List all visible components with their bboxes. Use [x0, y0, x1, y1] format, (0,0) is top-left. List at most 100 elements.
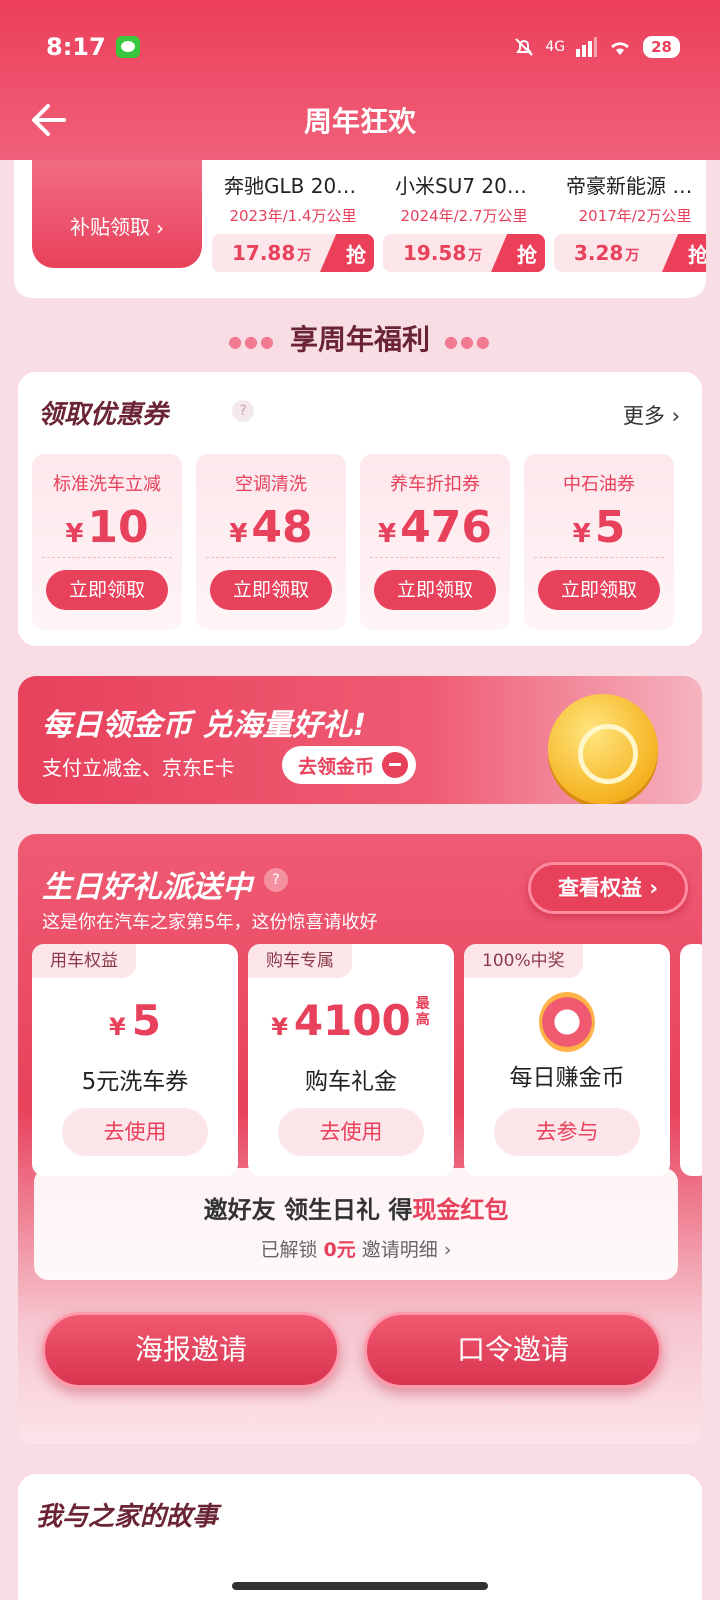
car-item[interactable]: 帝豪新能源 … 2017年/2万公里 3.28 万 抢: [554, 170, 706, 272]
join-button[interactable]: 去参与: [494, 1108, 640, 1156]
invite-detail-label: 邀请明细: [361, 1239, 438, 1261]
coupon-item: 标准洗车立减 ¥10 立即领取: [32, 454, 182, 630]
car-meta: 2023年/1.4万公里: [229, 207, 357, 225]
gold-title: 每日领金币 兑海量好礼!: [42, 708, 367, 743]
grab-button[interactable]: 抢: [491, 234, 545, 272]
coupon-amount: 476: [400, 502, 492, 553]
price-unit: 万: [468, 248, 483, 264]
car-price: 19.58: [403, 241, 467, 265]
car-name: 帝豪新能源 …: [566, 174, 693, 198]
divider: [370, 557, 500, 558]
benefit-name: 5元洗车券: [81, 1069, 189, 1095]
home-indicator[interactable]: [232, 1582, 488, 1590]
coupon-name: 中石油券: [563, 474, 635, 495]
more-label: 更多: [622, 404, 665, 428]
claim-button[interactable]: 立即领取: [538, 570, 660, 610]
unlocked-cash: 0元: [323, 1239, 356, 1261]
chevron-right-icon: ›: [671, 404, 680, 428]
car-item[interactable]: 奔驰GLB 20… 2023年/1.4万公里 17.88 万抢: [212, 170, 374, 272]
story-title: 我与之家的故事: [36, 1496, 267, 1535]
price-unit: 万: [625, 248, 640, 264]
benefit-name: 每日赚金币: [509, 1065, 625, 1091]
invite-detail-link[interactable]: 已解锁 0元 邀请明细 ›: [34, 1235, 678, 1262]
more-link[interactable]: 更多 ›: [623, 400, 680, 430]
car-name: 小米SU7 20…: [395, 174, 527, 198]
car-price-bar[interactable]: 19.58 万抢: [383, 234, 545, 272]
view-rights-button[interactable]: 查看权益 ›: [528, 862, 688, 914]
benefit-amount: 4100: [293, 996, 411, 1045]
gold-subtitle: 支付立减金、京东E卡: [42, 756, 235, 780]
car-meta: 2017年/2万公里: [578, 207, 692, 225]
claim-button[interactable]: 立即领取: [46, 570, 168, 610]
claim-button[interactable]: 立即领取: [374, 570, 496, 610]
message-icon: [115, 36, 140, 58]
coupon-item: 中石油券 ¥5 立即领取: [524, 454, 674, 630]
unlocked-label: 已解锁: [260, 1239, 318, 1261]
price-unit: 万: [297, 248, 312, 264]
help-icon[interactable]: ?: [232, 400, 254, 422]
coupon-section-title: 领取优惠券: [38, 394, 209, 433]
help-icon[interactable]: ?: [264, 868, 288, 892]
grab-button[interactable]: 抢: [662, 234, 706, 272]
coupon-currency: ¥: [229, 519, 248, 549]
chevron-right-icon: ›: [156, 216, 164, 240]
benefit-currency: ¥: [271, 1013, 288, 1041]
grab-button[interactable]: 抢: [320, 234, 374, 272]
benefit-card: 购车专属 ¥4100 最高 购车礼金 去使用: [248, 944, 454, 1176]
invite-panel: 邀好友 领生日礼 得现金红包 已解锁 0元 邀请明细 ›: [34, 1168, 678, 1280]
view-rights-label: 查看权益: [558, 876, 643, 900]
prize-wheel-icon: [539, 992, 595, 1052]
coupon-item: 空调清洗 ¥48 立即领取: [196, 454, 346, 630]
birthday-title: 生日好礼派送中: [42, 870, 252, 905]
coupon-currency: ¥: [572, 519, 591, 549]
chevron-right-icon: ›: [649, 876, 658, 900]
benefit-card: 用车权益 ¥5 5元洗车券 去使用: [32, 944, 238, 1176]
welfare-section-title: ●●● 享周年福利 ●●●: [0, 318, 720, 358]
chevron-right-icon: ›: [443, 1239, 452, 1261]
arrow-right-icon: [382, 752, 409, 778]
poster-invite-button[interactable]: 海报邀请: [42, 1312, 340, 1388]
gold-coin-banner[interactable]: 每日领金币 兑海量好礼! 支付立减金、京东E卡 去领金币: [18, 676, 702, 804]
network-label: 4G: [545, 39, 566, 55]
car-price-bar[interactable]: 3.28 万 抢: [554, 234, 706, 272]
benefit-tag: 购车专属: [248, 944, 352, 978]
benefit-card: 100%中奖 每日赚金币 去参与: [464, 944, 670, 1176]
subsidy-button[interactable]: 补贴领取 ›: [32, 160, 202, 268]
use-button[interactable]: 去使用: [278, 1108, 424, 1156]
cash-highlight: 现金红包: [412, 1196, 509, 1224]
divider: [206, 557, 336, 558]
use-button[interactable]: 去使用: [62, 1108, 208, 1156]
coupon-name: 标准洗车立减: [53, 474, 161, 495]
coupon-amount: 5: [594, 502, 626, 553]
car-price: 17.88: [232, 241, 296, 265]
mute-icon: [515, 38, 534, 56]
subsidy-label: 补贴领取: [70, 215, 150, 239]
divider: [42, 557, 172, 558]
birthday-section: 生日好礼派送中 ? 这是你在汽车之家第5年，这份惊喜请收好 查看权益 › 用车权…: [18, 834, 702, 1444]
header-bar: 8:17 4G 28 周年狂欢: [0, 0, 720, 160]
coupon-currency: ¥: [65, 519, 84, 549]
get-coins-button[interactable]: 去领金币: [282, 746, 417, 784]
car-item[interactable]: 小米SU7 20… 2024年/2.7万公里 19.58 万抢: [383, 170, 545, 272]
decor-dots-icon: ●●●: [444, 331, 492, 351]
coupon-section: 领取优惠券 ? 更多 › 标准洗车立减 ¥10 立即领取 空调清洗 ¥48 立即…: [18, 372, 702, 646]
benefit-tag: 用车权益: [32, 944, 136, 978]
welfare-title: 享周年福利: [289, 323, 430, 356]
gold-coin-icon: [548, 694, 658, 804]
wifi-icon: [611, 42, 630, 55]
divider: [534, 557, 664, 558]
coupon-amount: 10: [87, 502, 149, 553]
status-time: 8:17: [46, 33, 106, 61]
invite-line: 邀好友 领生日礼 得: [203, 1196, 413, 1224]
get-coins-label: 去领金币: [298, 755, 375, 778]
code-invite-button[interactable]: 口令邀请: [364, 1312, 662, 1388]
car-meta: 2024年/2.7万公里: [400, 207, 528, 225]
status-bar: 8:17 4G 28: [46, 30, 680, 64]
car-name: 奔驰GLB 20…: [224, 174, 357, 198]
claim-button[interactable]: 立即领取: [210, 570, 332, 610]
coupon-currency: ¥: [378, 519, 397, 549]
coupon-amount: 48: [251, 502, 313, 553]
birthday-subtitle: 这是你在汽车之家第5年，这份惊喜请收好: [42, 912, 378, 933]
coupon-item: 养车折扣券 ¥476 立即领取: [360, 454, 510, 630]
car-price-bar[interactable]: 17.88 万抢: [212, 234, 374, 272]
